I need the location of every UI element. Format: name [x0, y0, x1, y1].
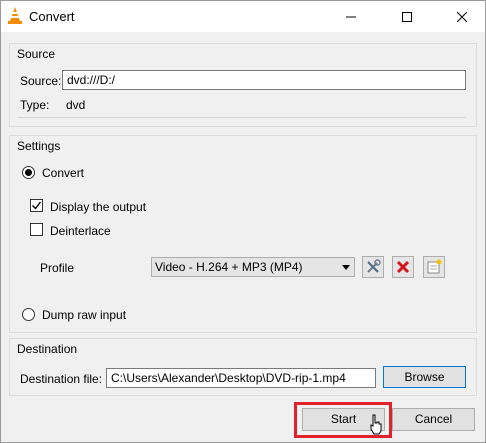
close-icon — [457, 11, 467, 22]
profile-select[interactable]: Video - H.264 + MP3 (MP4) — [151, 257, 355, 277]
destination-group: Destination Destination file: C:\Users\A… — [9, 338, 477, 396]
cancel-button-label: Cancel — [414, 412, 453, 426]
profile-select-value: Video - H.264 + MP3 (MP4) — [155, 260, 303, 274]
wrench-screwdriver-icon — [367, 259, 381, 273]
window-title: Convert — [29, 9, 75, 24]
minimize-button[interactable] — [328, 1, 374, 32]
cancel-button[interactable]: Cancel — [392, 408, 475, 431]
display-output-label: Display the output — [50, 200, 147, 214]
destination-group-label: Destination — [17, 342, 78, 356]
hand-pointer-cursor-icon — [370, 414, 382, 435]
dump-raw-label: Dump raw input — [42, 308, 127, 322]
convert-dialog: Convert Source Source: dvd:///D:/ Type: … — [0, 0, 486, 443]
vlc-cone-icon — [8, 7, 22, 24]
deinterlace-label: Deinterlace — [50, 224, 111, 238]
convert-radio[interactable] — [22, 166, 35, 179]
red-x-delete-icon — [396, 260, 410, 274]
destination-file-label: Destination file: — [20, 372, 103, 386]
type-value: dvd — [66, 98, 86, 112]
display-output-checkbox[interactable] — [30, 199, 43, 212]
maximize-icon — [402, 11, 412, 22]
browse-button[interactable]: Browse — [383, 366, 466, 388]
source-group: Source Source: dvd:///D:/ Type: dvd — [9, 43, 477, 127]
checkmark-icon — [32, 201, 42, 210]
source-input[interactable]: dvd:///D:/ — [62, 70, 466, 90]
close-button[interactable] — [439, 1, 485, 32]
source-label: Source: — [20, 74, 62, 88]
new-profile-button[interactable] — [423, 256, 445, 278]
maximize-button[interactable] — [384, 1, 430, 32]
minimize-icon — [346, 16, 356, 17]
settings-group-label: Settings — [17, 139, 61, 153]
title-bar: Convert — [1, 1, 485, 32]
browse-button-label: Browse — [404, 370, 445, 384]
new-profile-icon — [427, 259, 442, 274]
dump-raw-radio[interactable] — [22, 308, 35, 321]
convert-label: Convert — [42, 166, 85, 180]
settings-group: Settings Convert Display the output Dein… — [9, 135, 477, 333]
delete-profile-button[interactable] — [392, 256, 414, 278]
type-label: Type: — [20, 98, 50, 112]
source-divider — [18, 117, 466, 118]
deinterlace-checkbox[interactable] — [30, 223, 43, 236]
source-group-label: Source — [17, 47, 56, 61]
chevron-down-icon — [342, 265, 350, 270]
profile-label: Profile — [40, 261, 75, 275]
destination-file-input[interactable]: C:\Users\Alexander\Desktop\DVD-rip-1.mp4 — [106, 368, 376, 388]
edit-profile-button[interactable] — [362, 256, 384, 278]
